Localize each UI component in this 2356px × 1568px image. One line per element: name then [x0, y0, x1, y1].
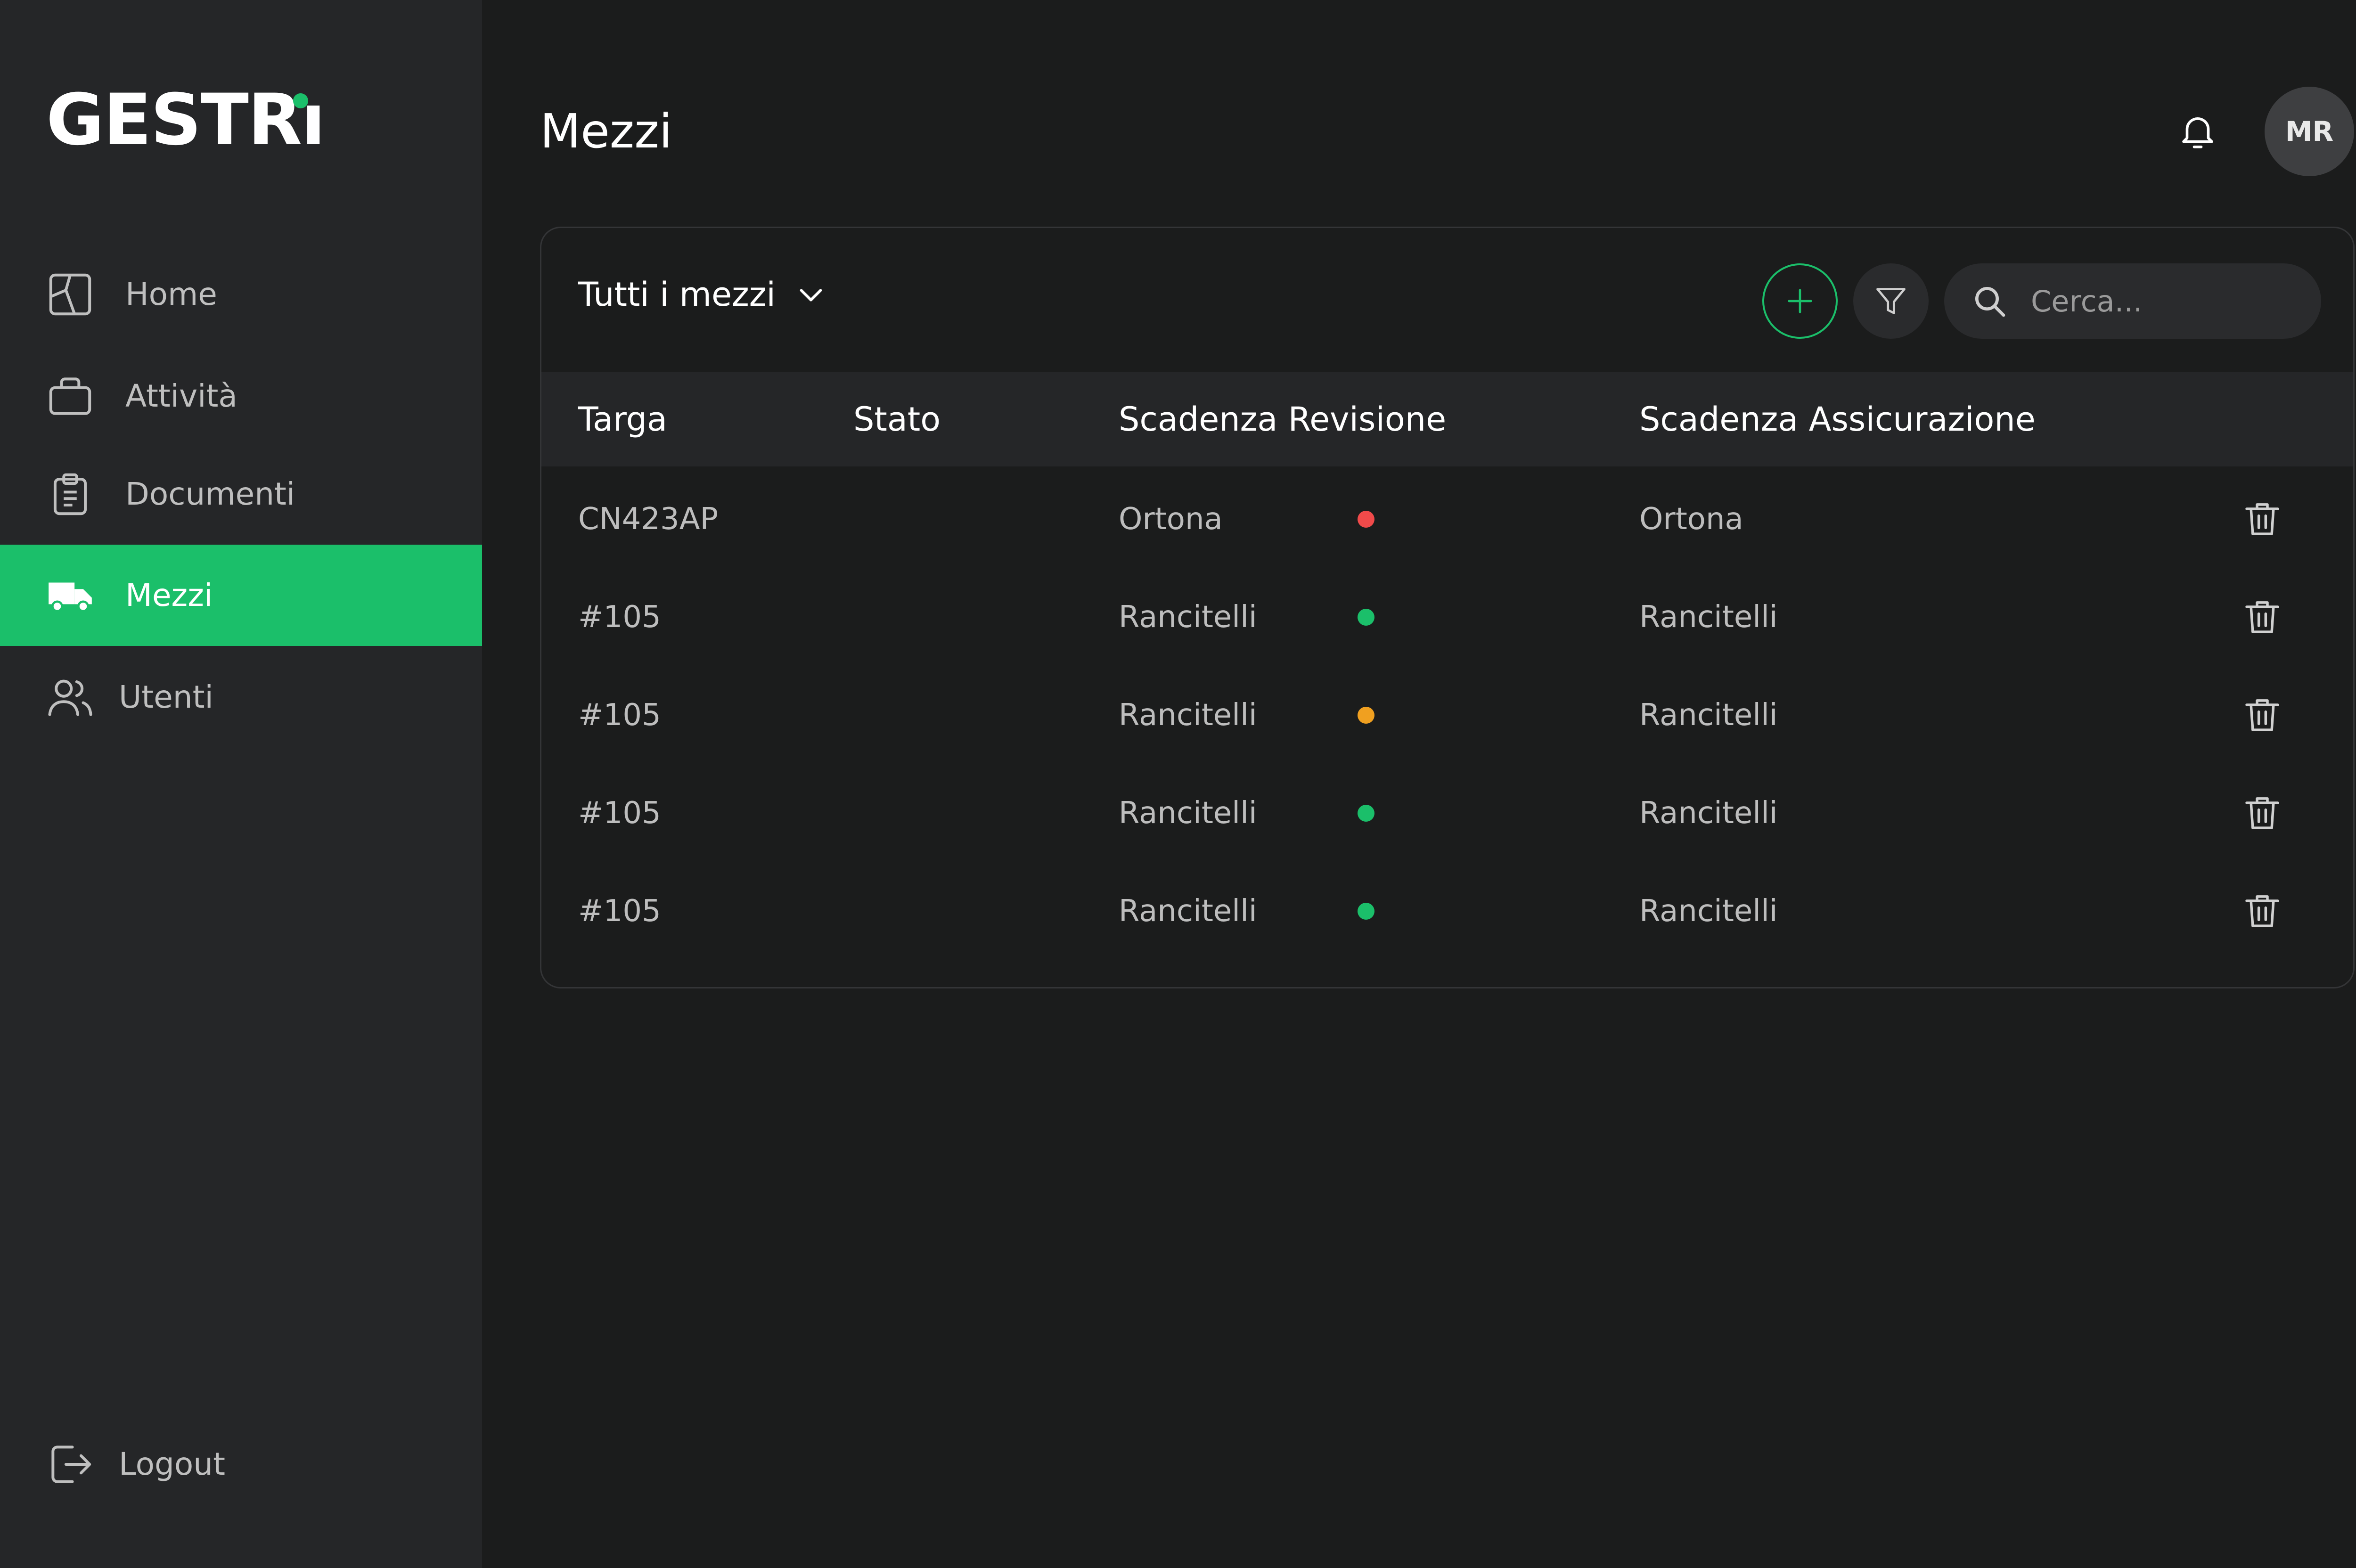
table-row[interactable]: #105 Rancitelli Rancitelli: [541, 862, 2353, 960]
avatar[interactable]: MR: [2265, 87, 2354, 176]
trash-icon: [2245, 601, 2279, 633]
delete-button[interactable]: [2238, 887, 2287, 936]
column-header-stato[interactable]: Stato: [853, 372, 941, 466]
table-row[interactable]: CN423AP Ortona Ortona: [541, 470, 2353, 568]
column-header-scadenza-revisione[interactable]: Scadenza Revisione: [1119, 372, 1446, 466]
clipboard-icon: [44, 468, 96, 520]
table-row[interactable]: #105 Rancitelli Rancitelli: [541, 764, 2353, 862]
cell-revisione: Ortona: [1119, 502, 1223, 537]
logo: GESTRı: [46, 79, 326, 161]
cell-assicurazione: Ortona: [1639, 502, 1743, 537]
bell-icon: [2182, 117, 2213, 148]
sidebar-item-documenti[interactable]: Documenti: [0, 443, 482, 545]
status-dot-orange: [1358, 707, 1374, 724]
trash-icon: [2245, 797, 2279, 829]
cell-revisione: Rancitelli: [1119, 698, 1257, 733]
add-vehicle-button[interactable]: [1762, 263, 1838, 339]
vehicles-card: Tutti i mezzi Targa Stato Scadenza Revis…: [540, 227, 2355, 988]
page-title: Mezzi: [540, 104, 672, 159]
search-icon: [1975, 287, 2005, 317]
table-row[interactable]: #105 Rancitelli Rancitelli: [541, 666, 2353, 764]
sidebar-item-attivita[interactable]: Attività: [0, 345, 482, 447]
trash-icon: [2245, 895, 2279, 927]
notifications-button[interactable]: [2173, 106, 2222, 155]
cell-assicurazione: Rancitelli: [1639, 796, 1778, 831]
filter-icon: [1876, 288, 1906, 314]
truck-icon: [44, 570, 96, 621]
status-dot-green: [1358, 609, 1374, 626]
cell-assicurazione: Rancitelli: [1639, 600, 1778, 635]
layout-icon: [44, 269, 96, 320]
logout-label: Logout: [119, 1446, 225, 1482]
vehicle-filter-dropdown[interactable]: Tutti i mezzi: [578, 275, 827, 314]
trash-icon: [2245, 503, 2279, 535]
trash-icon: [2245, 699, 2279, 731]
dropdown-label: Tutti i mezzi: [578, 275, 776, 314]
sidebar-item-label: Attività: [125, 378, 237, 414]
cell-targa: #105: [578, 894, 661, 929]
logo-dot: [293, 93, 308, 108]
search-input[interactable]: [2031, 278, 2295, 325]
logout-button[interactable]: Logout: [0, 1413, 482, 1515]
cell-assicurazione: Rancitelli: [1639, 894, 1778, 929]
filter-button[interactable]: [1853, 263, 1929, 339]
plus-icon: [1788, 289, 1812, 313]
cell-revisione: Rancitelli: [1119, 894, 1257, 929]
sidebar-item-label: Mezzi: [125, 577, 213, 613]
cell-assicurazione: Rancitelli: [1639, 698, 1778, 733]
column-header-scadenza-assicurazione[interactable]: Scadenza Assicurazione: [1639, 372, 2036, 466]
sidebar-item-label: Utenti: [119, 679, 213, 715]
table-row[interactable]: #105 Rancitelli Rancitelli: [541, 568, 2353, 666]
sidebar-item-mezzi[interactable]: Mezzi: [0, 545, 482, 646]
cell-revisione: Rancitelli: [1119, 796, 1257, 831]
sidebar-item-label: Documenti: [125, 476, 295, 512]
sidebar-item-utenti[interactable]: Utenti: [0, 646, 482, 748]
column-header-targa[interactable]: Targa: [578, 372, 667, 466]
briefcase-icon: [44, 370, 96, 422]
status-dot-green: [1358, 805, 1374, 822]
table-header: Targa Stato Scadenza Revisione Scadenza …: [541, 372, 2353, 466]
cell-targa: CN423AP: [578, 502, 719, 537]
delete-button[interactable]: [2238, 495, 2287, 544]
users-icon: [44, 671, 96, 723]
cell-revisione: Rancitelli: [1119, 600, 1257, 635]
delete-button[interactable]: [2238, 691, 2287, 740]
cell-targa: #105: [578, 698, 661, 733]
card-toolbar: Tutti i mezzi: [541, 228, 2353, 372]
delete-button[interactable]: [2238, 789, 2287, 838]
status-dot-green: [1358, 903, 1374, 920]
search-box: [1944, 263, 2321, 339]
cell-targa: #105: [578, 600, 661, 635]
logout-icon: [44, 1438, 96, 1490]
cell-targa: #105: [578, 796, 661, 831]
delete-button[interactable]: [2238, 593, 2287, 642]
sidebar: GESTRı Home Attività Documenti Mezzi Ute…: [0, 0, 482, 1568]
status-dot-red: [1358, 511, 1374, 528]
chevron-down-icon: [800, 289, 822, 302]
sidebar-item-home[interactable]: Home: [0, 244, 482, 345]
sidebar-item-label: Home: [125, 276, 217, 312]
